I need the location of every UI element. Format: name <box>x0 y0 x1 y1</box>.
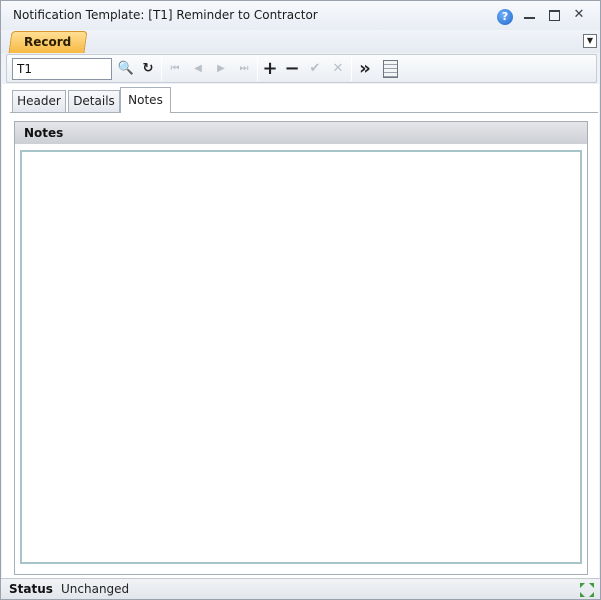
toolbar-separator <box>351 57 352 81</box>
toolbar-separator <box>257 57 258 81</box>
cancel-x-icon[interactable]: ✕ <box>328 59 348 79</box>
record-toolbar: 🔍 ↻ ⏮ ◀ ▶ ⏭ + − ✔ ✕ » <box>6 54 597 83</box>
window-title: Notification Template: [T1] Reminder to … <box>13 8 318 22</box>
tab-notes[interactable]: Notes <box>120 87 171 113</box>
window: Notification Template: [T1] Reminder to … <box>0 0 601 600</box>
close-icon[interactable]: ✕ <box>571 7 587 23</box>
title-bar: Notification Template: [T1] Reminder to … <box>1 1 600 30</box>
status-value: Unchanged <box>61 582 130 596</box>
record-ribbon-tab[interactable]: Record <box>8 31 88 53</box>
expand-arrows-icon <box>580 583 594 597</box>
tab-details[interactable]: Details <box>68 90 120 112</box>
remove-record-icon[interactable]: − <box>282 59 302 79</box>
first-record-icon[interactable]: ⏮ <box>165 59 185 79</box>
tab-header[interactable]: Header <box>12 90 66 112</box>
status-label: Status <box>9 582 53 596</box>
ribbon-tabs: Record ▼ <box>1 30 600 53</box>
expand-icon[interactable] <box>579 582 595 598</box>
notes-textarea[interactable] <box>20 150 582 564</box>
help-icon[interactable]: ? <box>497 9 513 25</box>
record-ribbon-tab-label: Record <box>24 35 72 49</box>
list-view-icon[interactable] <box>383 60 398 78</box>
status-bar: Status Unchanged <box>1 578 600 599</box>
restore-icon[interactable] <box>546 7 562 23</box>
content-area: Header Details Notes Notes <box>2 84 599 578</box>
more-actions-icon[interactable]: » <box>355 59 375 79</box>
notes-panel: Notes <box>14 121 588 575</box>
minimize-icon[interactable] <box>521 7 537 23</box>
search-icon[interactable]: 🔍 <box>116 59 136 79</box>
next-record-icon[interactable]: ▶ <box>211 59 231 79</box>
previous-record-icon[interactable]: ◀ <box>188 59 208 79</box>
save-check-icon[interactable]: ✔ <box>305 59 325 79</box>
refresh-icon[interactable]: ↻ <box>138 59 158 79</box>
tabs-baseline <box>10 112 598 113</box>
ribbon-dropdown-button[interactable]: ▼ <box>583 34 597 48</box>
record-search-input[interactable] <box>12 58 112 80</box>
toolbar-separator <box>161 57 162 81</box>
add-record-icon[interactable]: + <box>260 59 280 79</box>
last-record-icon[interactable]: ⏭ <box>234 59 254 79</box>
notes-panel-title: Notes <box>15 122 587 144</box>
